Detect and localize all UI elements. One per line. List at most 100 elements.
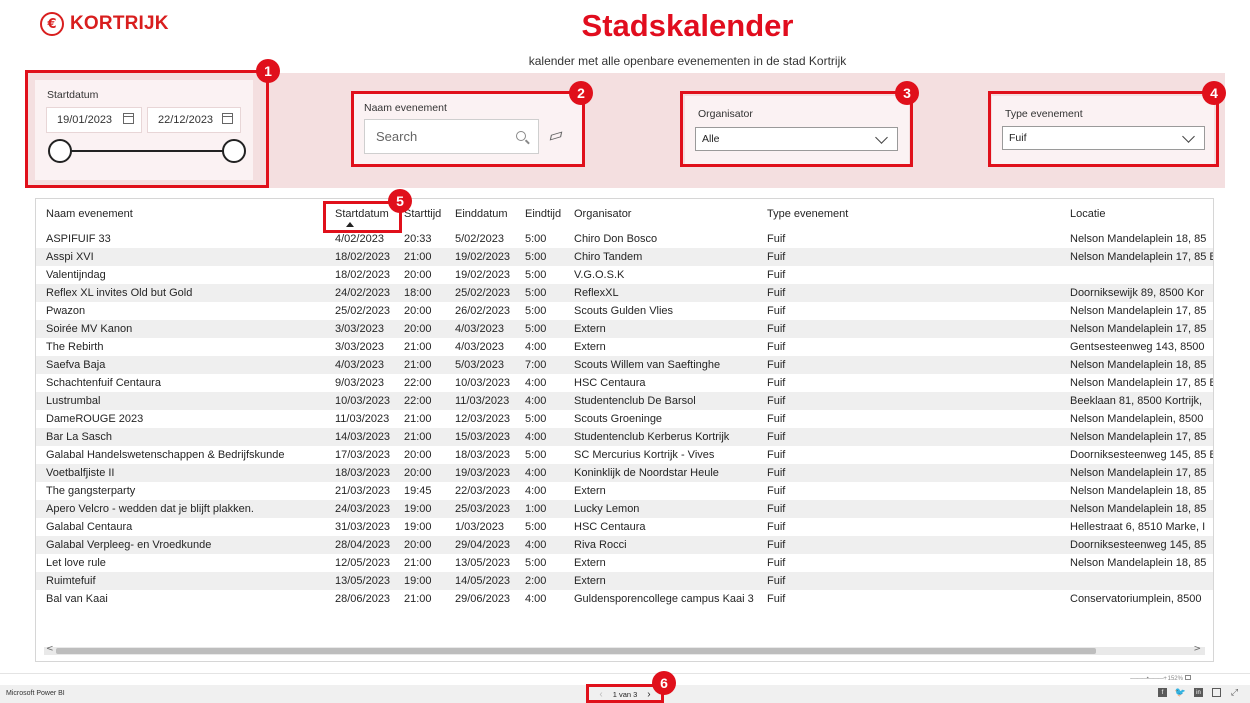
table-row[interactable]: Bal van Kaai 28/06/2023 21:00 29/06/2023 4:0… — [36, 590, 1213, 608]
table-row[interactable]: The gangsterparty 21/03/2023 19:45 22/03/20… — [36, 482, 1213, 500]
table-row[interactable]: Galabal Verpleeg- en Vroedkunde 28/04/202… — [36, 536, 1213, 554]
table-header-row: Naam evenement Startdatum Starttijd Einddat… — [36, 199, 1213, 230]
callout-badge-1: 1 — [256, 59, 280, 83]
table-cell: Extern — [574, 556, 606, 569]
table-cell: 7:00 — [525, 356, 574, 374]
table-cell: Let love rule — [46, 556, 106, 569]
table-cell: 18/03/2023 — [455, 448, 511, 461]
table-cell: 5:00 — [525, 304, 547, 317]
highlight-box-4 — [988, 91, 1219, 167]
table-cell: Guldensporencollege campus Kaai 3 — [574, 592, 754, 605]
column-header-label: Starttijd — [404, 208, 442, 220]
table-cell: Hellestraat 6, 8510 Marke, I — [1070, 520, 1206, 533]
table-cell: 20:00 — [404, 536, 455, 554]
events-grid: Naam evenement Startdatum Starttijd Einddat… — [36, 199, 1213, 608]
table-cell: Nelson Mandelaplein 17, 85 — [1070, 320, 1213, 338]
footer-divider — [0, 673, 1250, 674]
table-cell: Conservatoriumplein, 8500 — [1070, 592, 1202, 605]
table-cell: 10/03/2023 — [335, 392, 404, 410]
table-cell: Chiro Don Bosco — [574, 232, 658, 245]
table-row[interactable]: Soirée MV Kanon 3/03/2023 20:00 4/03/2023 5:… — [36, 320, 1213, 338]
table-row[interactable]: DameROUGE 2023 11/03/2023 21:00 12/03/2023 5… — [36, 410, 1213, 428]
table-cell: 5:00 — [525, 448, 547, 461]
table-cell: 5/02/2023 — [455, 232, 504, 245]
table-row[interactable]: Galabal Handelswetenschappen & Bedrijfsk… — [36, 446, 1213, 464]
table-cell: 19/02/2023 — [455, 268, 511, 281]
table-cell: 5:00 — [525, 268, 547, 281]
table-cell: 4/03/2023 — [455, 320, 525, 338]
twitter-icon[interactable]: 🐦 — [1175, 687, 1186, 697]
powerbi-brand-link[interactable]: Microsoft Power BI — [6, 690, 65, 697]
scrollbar-thumb[interactable] — [56, 648, 1096, 654]
table-row[interactable]: Ruimtefuif 13/05/2023 19:00 14/05/2023 2:00 E… — [36, 572, 1213, 590]
table-row[interactable]: Asspi XVI 18/02/2023 21:00 19/02/2023 5:00 Ch… — [36, 248, 1213, 266]
table-cell: 17/03/2023 — [335, 448, 391, 461]
column-header[interactable]: Organisator — [574, 199, 767, 230]
table-cell: 19/02/2023 — [455, 248, 525, 266]
scroll-left-icon[interactable]: < — [46, 644, 54, 654]
table-cell: 5:00 — [525, 520, 547, 533]
column-header[interactable]: Einddatum — [455, 199, 525, 230]
table-cell: 21:00 — [404, 428, 455, 446]
table-cell: Fuif — [767, 520, 786, 533]
table-cell: Koninklijk de Noordstar Heule — [574, 464, 767, 482]
column-header[interactable]: Naam evenement — [36, 199, 335, 230]
table-row[interactable]: Lustrumbal 10/03/2023 22:00 11/03/2023 4:00 S… — [36, 392, 1213, 410]
table-cell: 21:00 — [404, 340, 432, 353]
table-row[interactable]: ASPIFUIF 33 4/02/2023 20:33 5/02/2023 5:00 Ch… — [36, 230, 1213, 248]
table-cell: 13/05/2023 — [455, 556, 511, 569]
column-header[interactable]: Locatie — [1070, 199, 1213, 230]
table-cell: 21:00 — [404, 556, 432, 569]
share-icon[interactable] — [1212, 688, 1221, 697]
table-cell: 4:00 — [525, 340, 547, 353]
table-row[interactable]: Galabal Centaura 31/03/2023 19:00 1/03/2023… — [36, 518, 1213, 536]
highlight-box-3 — [680, 91, 913, 167]
table-row[interactable]: The Rebirth 3/03/2023 21:00 4/03/2023 4:00 Ex… — [36, 338, 1213, 356]
table-cell: 18:00 — [404, 284, 455, 302]
scroll-right-icon[interactable]: > — [1193, 644, 1201, 654]
table-cell: 20:00 — [404, 268, 432, 281]
column-header[interactable]: Type evenement — [767, 199, 1070, 230]
table-cell: Voetbalfjiste II — [36, 464, 335, 482]
zoom-control[interactable]: - ———•——— + 152% — [1130, 675, 1191, 682]
table-cell: Extern — [574, 320, 767, 338]
table-row[interactable]: Reflex XL invites Old but Gold 24/02/2023… — [36, 284, 1213, 302]
table-row[interactable]: Apero Velcro - wedden dat je blijft plak… — [36, 500, 1213, 518]
table-cell: 24/03/2023 — [335, 500, 404, 518]
table-row[interactable]: Let love rule 12/05/2023 21:00 13/05/2023 5:… — [36, 554, 1213, 572]
table-cell: Bal van Kaai — [46, 592, 108, 605]
highlight-box-1 — [25, 70, 269, 188]
table-cell: Fuif — [767, 232, 786, 245]
table-cell: Fuif — [767, 268, 786, 281]
table-cell: 20:33 — [404, 232, 432, 245]
table-row[interactable]: Pwazon 25/02/2023 20:00 26/02/2023 5:00 Scout… — [36, 302, 1213, 320]
table-cell: HSC Centaura — [574, 376, 646, 389]
linkedin-icon[interactable]: in — [1194, 688, 1203, 697]
table-cell: Nelson Mandelaplein 17, 85 — [1070, 464, 1213, 482]
column-header[interactable]: Eindtijd — [525, 199, 574, 230]
table-row[interactable]: Voetbalfjiste II 18/03/2023 20:00 19/03/202… — [36, 464, 1213, 482]
table-cell: Fuif — [767, 376, 786, 389]
table-cell: 4:00 — [525, 392, 574, 410]
table-cell: Doorniksesteenweg 145, 85 Belgium — [1070, 448, 1213, 461]
table-row[interactable]: Bar La Sasch 14/03/2023 21:00 15/03/2023 4:0… — [36, 428, 1213, 446]
table-row[interactable]: Saefva Baja 4/03/2023 21:00 5/03/2023 7:00 Sc… — [36, 356, 1213, 374]
table-cell: Doorniksesteenweg 145, 85 — [1070, 536, 1213, 554]
table-cell: 20:00 — [404, 448, 432, 461]
table-cell: HSC Centaura — [574, 520, 646, 533]
table-cell: Chiro Tandem — [574, 248, 767, 266]
table-cell: 18/02/2023 — [335, 248, 404, 266]
horizontal-scrollbar[interactable]: < > — [44, 644, 1205, 655]
table-cell: Beeklaan 81, 8500 Kortrijk, — [1070, 392, 1213, 410]
table-cell: Fuif — [767, 248, 1070, 266]
table-cell: Valentijndag — [46, 268, 106, 281]
table-row[interactable]: Schachtenfuif Centaura 9/03/2023 22:00 10/0… — [36, 374, 1213, 392]
table-cell: 12/03/2023 — [455, 412, 511, 425]
facebook-icon[interactable]: f — [1158, 688, 1167, 697]
fullscreen-icon[interactable]: ⤢ — [1230, 687, 1239, 697]
table-cell: 21/03/2023 — [335, 484, 391, 497]
column-header-label: Type evenement — [767, 208, 849, 220]
table-row[interactable]: Valentijndag 18/02/2023 20:00 19/02/2023 5:0… — [36, 266, 1213, 284]
table-cell — [1070, 266, 1213, 284]
table-cell: 21:00 — [404, 592, 432, 605]
